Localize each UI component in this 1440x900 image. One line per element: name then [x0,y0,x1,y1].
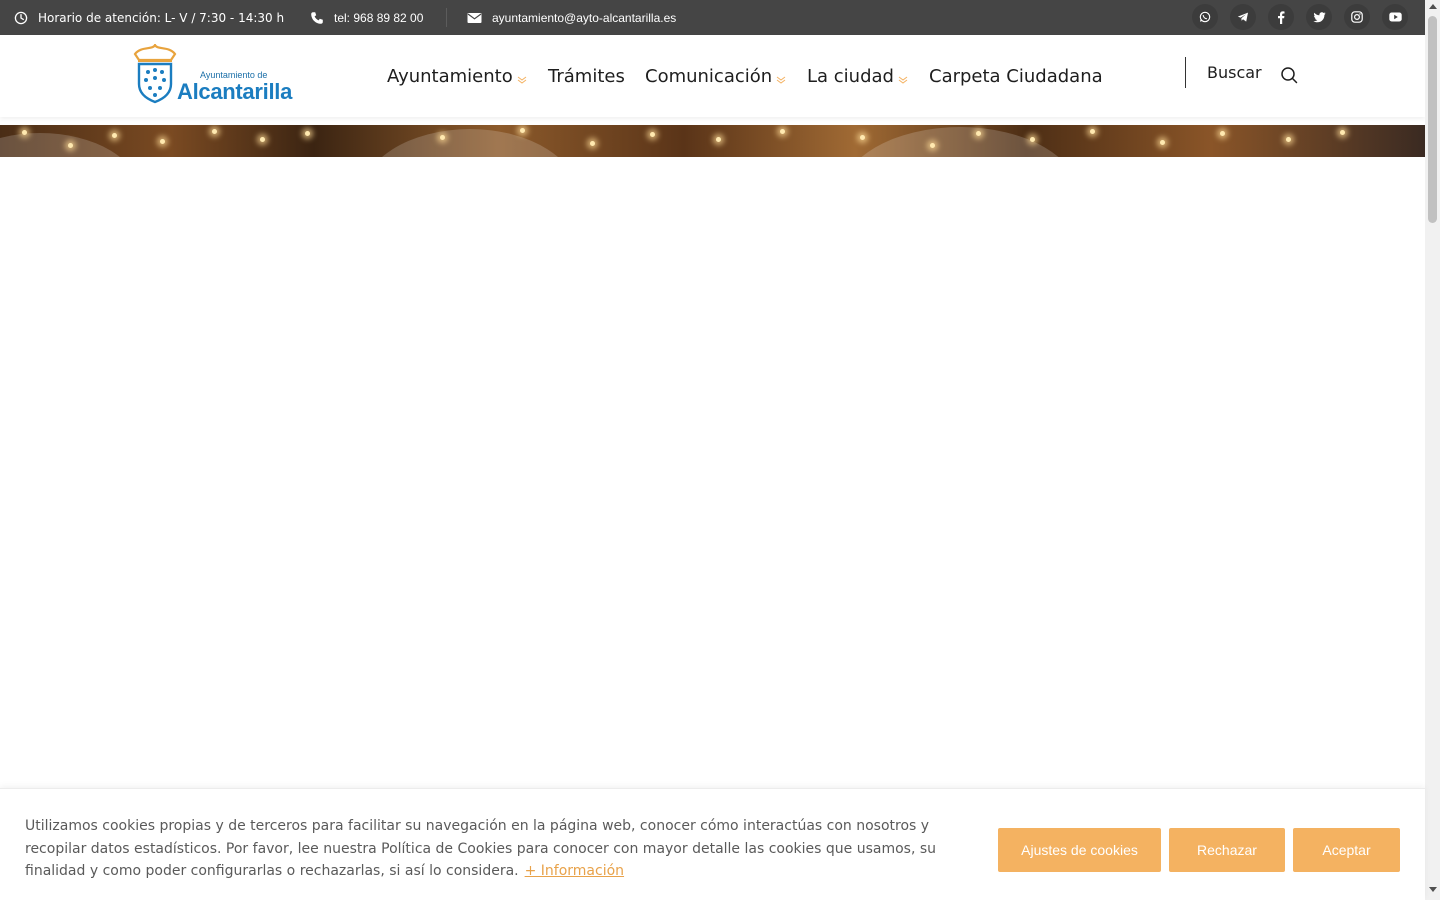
cookie-consent-banner: Utilizamos cookies propias y de terceros… [0,788,1425,900]
nav-item-ayuntamiento[interactable]: Ayuntamiento [387,35,527,117]
hours-text: Horario de atención: L- V / 7:30 - 14:30… [38,10,285,25]
nav-label: Trámites [548,65,625,87]
email-info[interactable]: ayuntamiento@ayto-alcantarilla.es [467,0,676,35]
scroll-down-arrow-icon[interactable] [1429,887,1437,892]
more-info-link[interactable]: + Información [525,863,624,879]
hero-banner-image [0,125,1425,157]
scroll-up-arrow-icon[interactable] [1429,4,1437,9]
top-info-bar: Horario de atención: L- V / 7:30 - 14:30… [0,0,1425,35]
email-text: ayuntamiento@ayto-alcantarilla.es [492,10,677,25]
cookie-message: Utilizamos cookies propias y de terceros… [25,815,955,883]
nav-item-comunicacion[interactable]: Comunicación [645,35,786,117]
logo-title: Alcantarilla [177,79,293,104]
chevron-down-icon [898,68,908,89]
twitter-icon[interactable] [1306,4,1332,30]
phone-text: tel: 968 89 82 00 [334,10,424,25]
nav-item-carpeta-ciudadana[interactable]: Carpeta Ciudadana [929,35,1103,117]
nav-label: Ayuntamiento [387,65,513,87]
accept-cookies-button[interactable]: Aceptar [1293,828,1400,872]
topbar-divider [446,8,447,27]
coat-of-arms-icon [133,44,177,104]
nav-label: Comunicación [645,65,773,87]
instagram-icon[interactable] [1344,4,1370,30]
nav-item-la-ciudad[interactable]: La ciudad [807,35,908,117]
clock-icon [14,11,28,25]
hours-info: Horario de atención: L- V / 7:30 - 14:30… [14,0,284,35]
cookie-settings-button[interactable]: Ajustes de cookies [998,828,1161,872]
search-button[interactable]: Buscar [1207,63,1262,82]
page: Horario de atención: L- V / 7:30 - 14:30… [0,0,1440,900]
search-icon[interactable] [1280,66,1298,88]
cookie-text: Utilizamos cookies propias y de terceros… [25,818,937,879]
nav-item-tramites[interactable]: Trámites [548,35,625,117]
nav-label: La ciudad [807,65,894,87]
whatsapp-icon[interactable] [1192,4,1218,30]
phone-icon [310,11,324,25]
facebook-icon[interactable] [1268,4,1294,30]
scrollbar-thumb[interactable] [1428,16,1437,223]
header-divider [1185,57,1186,88]
main-header: Ayuntamiento de Alcantarilla Ayuntamient… [0,35,1425,117]
reject-cookies-button[interactable]: Rechazar [1169,828,1285,872]
telegram-icon[interactable] [1230,4,1256,30]
phone-info[interactable]: tel: 968 89 82 00 [310,0,423,35]
youtube-icon[interactable] [1382,4,1408,30]
chevron-down-icon [776,68,786,89]
envelope-icon [467,12,482,24]
chevron-down-icon [517,68,527,89]
nav-label: Carpeta Ciudadana [929,65,1103,87]
